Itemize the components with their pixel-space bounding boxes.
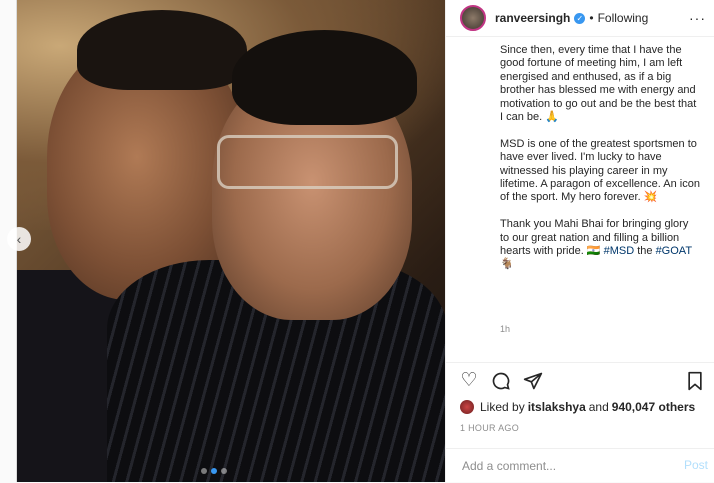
following-button[interactable]: Following: [598, 11, 649, 25]
liker-avatar[interactable]: [460, 400, 474, 414]
username-link[interactable]: ranveersingh: [495, 11, 570, 25]
photo-person-left-hair: [77, 10, 247, 90]
hashtag-goat-link[interactable]: #GOAT: [656, 245, 692, 257]
likes-prefix: Liked by: [480, 400, 525, 414]
likes-count-link[interactable]: 940,047 others: [612, 400, 695, 414]
caption-text: the: [637, 245, 653, 258]
instagram-post: ‹ ranveersingh ✓ • Following ··· Since t…: [7, 0, 714, 482]
comment-box: Post: [446, 448, 714, 483]
avatar[interactable]: [460, 5, 486, 31]
caption-paragraph: Since then, every time that I have the g…: [500, 44, 697, 124]
liker-username-link[interactable]: itslakshya: [528, 400, 586, 414]
carousel-prev-button[interactable]: ‹: [7, 227, 31, 251]
carousel-dot: [201, 468, 207, 474]
verified-badge-icon: ✓: [574, 12, 586, 24]
header-separator: •: [589, 11, 594, 25]
likes-summary: Liked by itslakshya and 940,047 others: [460, 400, 695, 414]
more-options-icon[interactable]: ···: [689, 10, 706, 26]
post-time-ago[interactable]: 1 HOUR AGO: [460, 423, 519, 433]
photo-glasses: [217, 135, 398, 189]
photo-person-right-hair: [232, 30, 417, 125]
likes-middle: and: [588, 400, 609, 414]
comment-input[interactable]: [460, 458, 664, 474]
caption-paragraph: MSD is one of the greatest sportsmen to …: [500, 137, 700, 204]
comment-icon[interactable]: [490, 370, 512, 392]
heart-icon[interactable]: ♡: [458, 370, 480, 392]
share-icon[interactable]: [522, 370, 544, 392]
caption-timestamp[interactable]: 1h: [500, 324, 510, 334]
post-photo[interactable]: [17, 0, 445, 482]
post-caption: Since then, every time that I have the g…: [500, 44, 700, 272]
caption-paragraph: Thank you Mahi Bhai for bringing glory t…: [500, 218, 700, 272]
post-actions-bar: ♡: [446, 362, 714, 399]
carousel-dot: [221, 468, 227, 474]
bookmark-icon[interactable]: [684, 370, 706, 392]
post-comment-button[interactable]: Post: [684, 458, 708, 472]
carousel-dot-active: [211, 468, 217, 474]
carousel-dots: [201, 468, 227, 474]
post-sidebar: ranveersingh ✓ • Following ··· Since the…: [445, 0, 714, 482]
hashtag-msd-link[interactable]: #MSD: [604, 245, 635, 257]
post-header: ranveersingh ✓ • Following ···: [446, 0, 714, 37]
goat-emoji: 🐐: [500, 258, 514, 271]
